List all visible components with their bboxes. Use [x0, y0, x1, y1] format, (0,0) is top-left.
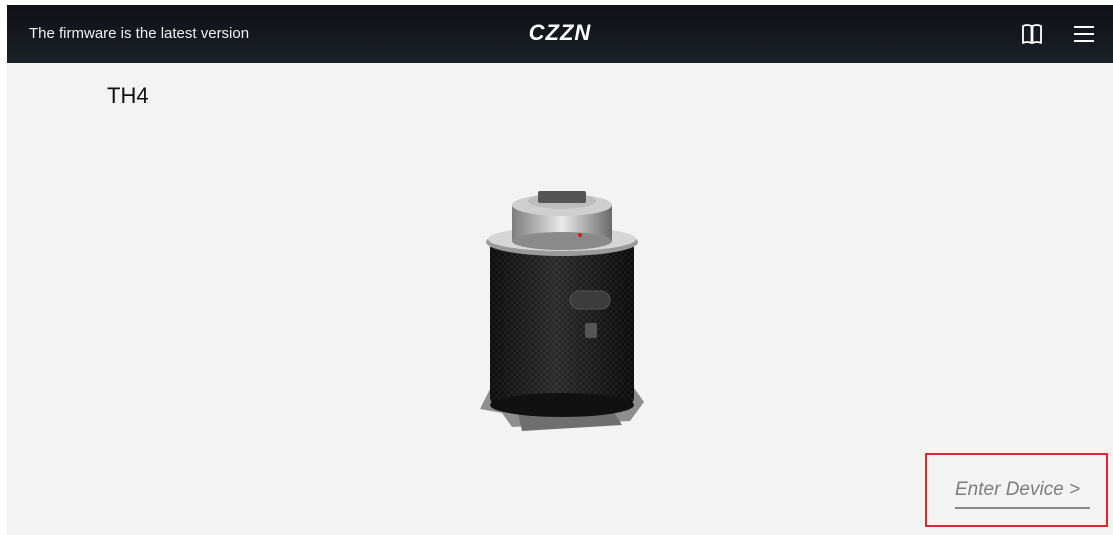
brand-logo: CZZN — [528, 20, 592, 45]
book-icon — [1022, 24, 1042, 44]
app-screen: The firmware is the latest version CZZN … — [7, 5, 1113, 535]
hamburger-menu-icon — [1074, 26, 1094, 42]
firmware-status: The firmware is the latest version — [29, 25, 250, 42]
menu-button[interactable] — [1071, 21, 1097, 47]
manual-button[interactable] — [1019, 21, 1045, 47]
top-bar: The firmware is the latest version CZZN — [7, 5, 1113, 63]
device-name: TH4 — [107, 83, 149, 108]
device-photo — [462, 187, 662, 437]
enter-device-button[interactable]: Enter Device > — [955, 479, 1090, 509]
